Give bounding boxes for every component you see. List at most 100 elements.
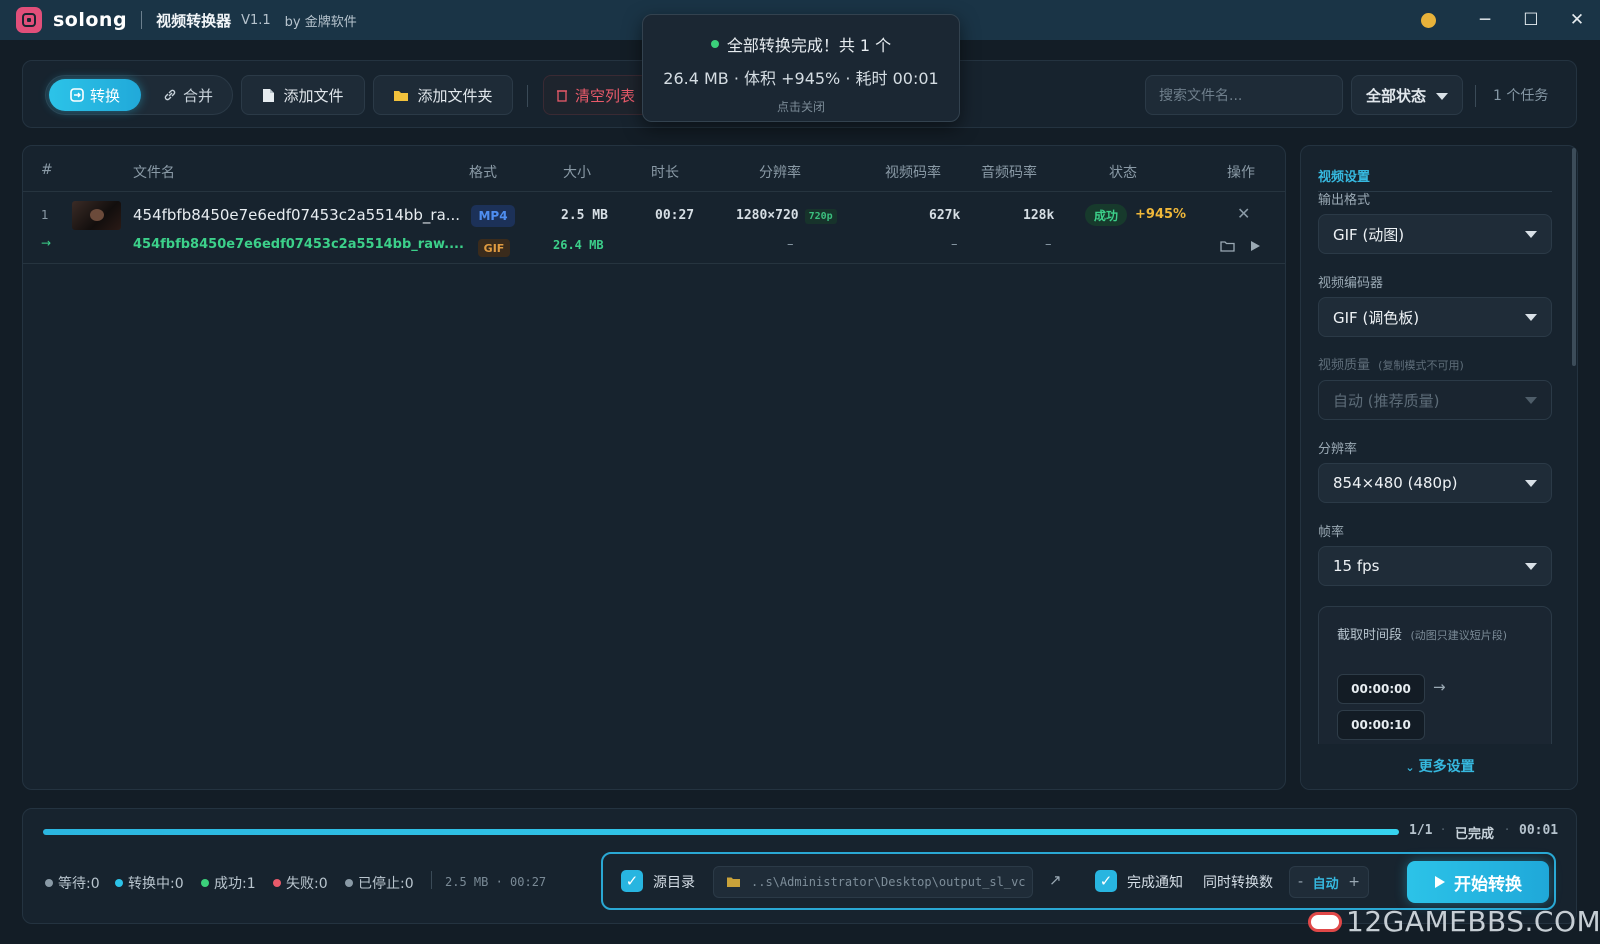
stat-success-text: 成功:1 xyxy=(214,876,256,892)
mode-convert-label: 转换 xyxy=(89,86,120,105)
toast-dismiss[interactable]: 点击关闭 xyxy=(643,98,959,115)
toolbar-divider xyxy=(527,85,528,107)
stat-stopped: 已停止:0 xyxy=(345,873,414,893)
output-path-value: ..s\Administrator\Desktop\output_sl_vc xyxy=(751,875,1026,889)
file-list-panel: # 文件名 格式 大小 时长 分辨率 视频码率 音频码率 状态 操作 1 454… xyxy=(22,145,1286,790)
toolbar-divider-right xyxy=(1475,85,1476,107)
file-duration: 00:27 xyxy=(655,208,695,223)
header-video-bitrate: 视频码率 xyxy=(885,165,941,181)
success-dot-icon xyxy=(201,879,209,887)
completion-toast[interactable]: 全部转换完成！共 1 个 26.4 MB · 体积 +945% · 耗时 00:… xyxy=(642,14,960,122)
mode-merge-tab[interactable]: 合并 xyxy=(146,79,230,111)
stopped-dot-icon xyxy=(345,879,353,887)
resolution-select[interactable]: 854×480 (480p) xyxy=(1318,463,1552,503)
stat-waiting: 等待:0 xyxy=(45,873,100,893)
quality-label-text: 视频质量 xyxy=(1318,358,1371,373)
status-badge: 成功 xyxy=(1085,204,1127,226)
stat-converting: 转换中:0 xyxy=(115,873,184,893)
row-index: 1 xyxy=(41,208,49,222)
fps-select[interactable]: 15 fps xyxy=(1318,546,1552,586)
increment-button[interactable]: + xyxy=(1348,874,1360,890)
add-folder-button[interactable]: 添加文件夹 xyxy=(373,75,513,115)
link-icon xyxy=(164,89,176,101)
header-action: 操作 xyxy=(1227,165,1255,181)
toast-summary: 26.4 MB · 体积 +945% · 耗时 00:01 xyxy=(663,69,939,88)
chevron-down-icon xyxy=(1436,93,1448,100)
mode-merge-label: 合并 xyxy=(182,86,213,105)
open-folder-icon[interactable] xyxy=(1220,240,1235,252)
start-convert-label: 开始转换 xyxy=(1454,874,1522,895)
status-filter-select[interactable]: 全部状态 xyxy=(1351,75,1463,115)
trim-end-input[interactable]: 00:00:10 xyxy=(1337,710,1425,740)
brand-name: solong xyxy=(53,9,128,31)
maximize-button[interactable]: ☐ xyxy=(1508,0,1554,40)
more-settings-link[interactable]: ⌄ 更多设置 xyxy=(1301,744,1577,789)
clear-list-button[interactable]: 清空列表 xyxy=(543,75,649,115)
app-logo-icon xyxy=(16,7,42,33)
status-filter-value: 全部状态 xyxy=(1366,86,1427,105)
mode-convert-tab[interactable]: 转换 xyxy=(49,79,141,111)
table-row[interactable]: 1 454fbfb8450e7e6edf07453c2a5514bb_ra...… xyxy=(23,192,1285,264)
codec-value: GIF (调色板) xyxy=(1333,308,1420,327)
stat-converting-text: 转换中:0 xyxy=(128,876,184,892)
source-dir-label: 源目录 xyxy=(653,875,695,891)
output-file-name[interactable]: 454fbfb8450e7e6edf07453c2a5514bb_raw.... xyxy=(133,237,464,252)
folder-icon xyxy=(394,90,409,101)
converting-dot-icon xyxy=(115,879,123,887)
chevron-down-icon xyxy=(1525,563,1537,570)
remove-row-icon[interactable]: ✕ xyxy=(1237,204,1250,223)
header-index: # xyxy=(41,162,53,178)
watermark-text: 12GAMEBBS.COM xyxy=(1346,905,1600,938)
resolution-label: 分辨率 xyxy=(1318,442,1358,457)
progress-fill xyxy=(43,829,1399,835)
fps-value: 15 fps xyxy=(1333,557,1380,575)
concurrency-stepper[interactable]: - 自动 + xyxy=(1289,866,1369,898)
app-title: 视频转换器 xyxy=(156,11,232,30)
codec-label: 视频编码器 xyxy=(1318,276,1384,291)
close-window-button[interactable]: ✕ xyxy=(1554,0,1600,40)
audio-bitrate: 128k xyxy=(1023,208,1055,223)
search-input[interactable]: 搜索文件名... xyxy=(1145,75,1343,115)
trim-hint: (动图只建议短片段) xyxy=(1410,629,1508,642)
add-file-button[interactable]: 添加文件 xyxy=(241,75,365,115)
settings-scrollbar[interactable] xyxy=(1572,148,1576,366)
file-size: 2.5 MB xyxy=(561,208,608,223)
source-dir-checkbox[interactable]: ✓ xyxy=(621,870,643,892)
chevron-down-icon xyxy=(1525,231,1537,238)
app-author: by 金牌软件 xyxy=(284,14,357,30)
notify-checkbox[interactable]: ✓ xyxy=(1095,870,1117,892)
output-format-select[interactable]: GIF (动图) xyxy=(1318,214,1552,254)
stat-waiting-text: 等待:0 xyxy=(58,876,100,892)
output-arrow-icon: → xyxy=(41,236,52,250)
resolution-badge: 720p xyxy=(804,209,837,224)
decrement-button[interactable]: - xyxy=(1298,874,1303,890)
success-dot-icon xyxy=(710,40,719,48)
toast-title-row: 全部转换完成！共 1 个 xyxy=(643,32,959,56)
trim-start-input[interactable]: 00:00:00 xyxy=(1337,674,1425,704)
failed-dot-icon xyxy=(273,879,281,887)
app-version: V1.1 xyxy=(241,12,271,28)
output-path-field[interactable]: ..s\Administrator\Desktop\output_sl_vc xyxy=(713,866,1033,898)
elapsed-time: 00:01 xyxy=(1519,823,1559,838)
resolution-value: 1280×720 xyxy=(736,208,799,223)
open-external-icon[interactable]: ↗ xyxy=(1049,871,1062,889)
table-header: # 文件名 格式 大小 时长 分辨率 视频码率 音频码率 状态 操作 xyxy=(23,146,1285,192)
start-convert-button[interactable]: 开始转换 xyxy=(1407,861,1549,903)
clear-list-label: 清空列表 xyxy=(574,86,635,105)
codec-select[interactable]: GIF (调色板) xyxy=(1318,297,1552,337)
add-folder-label: 添加文件夹 xyxy=(417,86,493,105)
output-format-badge: GIF xyxy=(478,239,510,257)
header-size: 大小 xyxy=(563,165,591,181)
output-format-label: 输出格式 xyxy=(1318,193,1371,208)
fps-label: 帧率 xyxy=(1318,525,1345,540)
play-icon[interactable] xyxy=(1250,240,1261,252)
output-size: 26.4 MB xyxy=(553,238,604,252)
progress-bar xyxy=(43,829,1399,835)
minimize-button[interactable]: ─ xyxy=(1462,0,1508,40)
file-name: 454fbfb8450e7e6edf07453c2a5514bb_ra... xyxy=(133,206,461,224)
folder-icon xyxy=(727,877,740,887)
video-bitrate: 627k xyxy=(929,208,961,223)
size-change: +945% xyxy=(1135,207,1187,222)
theme-toggle-icon[interactable] xyxy=(1421,12,1436,28)
output-format-value: GIF (动图) xyxy=(1333,225,1405,244)
